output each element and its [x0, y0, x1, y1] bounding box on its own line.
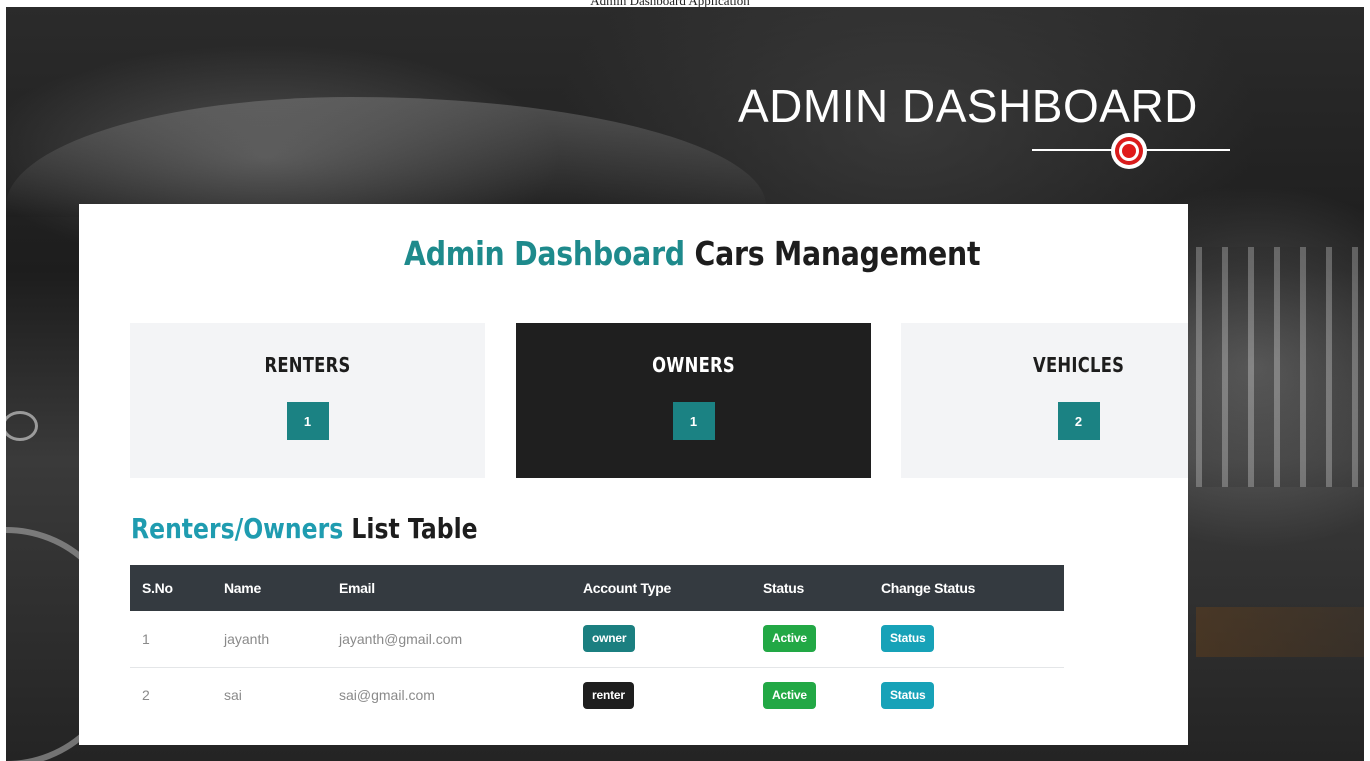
card-label: VEHICLES [1032, 353, 1125, 377]
background-road [1196, 607, 1364, 657]
status-badge: Active [763, 625, 816, 653]
card-renters[interactable]: RENTERS 1 [130, 323, 485, 478]
table-row: 1 jayanth jayanth@gmail.com owner Active… [130, 611, 1064, 667]
page-title-highlight: Admin Dashboard [403, 234, 685, 273]
table-title-rest: List Table [351, 512, 478, 545]
column-header-email: Email [339, 580, 375, 596]
cell-status: Active [751, 667, 869, 723]
card-vehicles[interactable]: VEHICLES 2 [901, 323, 1188, 478]
change-status-button[interactable]: Status [881, 681, 935, 709]
count-badge: 2 [1057, 402, 1100, 440]
users-table: S.No Name Email Account Type Status Chan… [130, 565, 1064, 723]
cell-sno: 1 [142, 630, 150, 647]
car-emblem-icon [6, 411, 38, 441]
cell-status: Active [751, 611, 869, 667]
target-icon [1111, 133, 1147, 169]
card-label: OWNERS [652, 353, 735, 377]
page-title-rest: Cars Management [694, 234, 981, 273]
cell-change-status: Status [869, 611, 1064, 667]
cell-change-status: Status [869, 667, 1064, 723]
table-title: Renters/Owners List Table [131, 511, 478, 547]
column-header-account-type: Account Type [583, 580, 671, 596]
count-badge: 1 [286, 402, 329, 440]
cell-sno: 2 [142, 687, 150, 704]
card-label: RENTERS [264, 353, 351, 377]
cell-email: jayanth@gmail.com [339, 630, 463, 647]
cell-name: jayanth [224, 630, 270, 647]
card-owners[interactable]: OWNERS 1 [516, 323, 871, 478]
car-silhouette [6, 97, 766, 217]
cell-account-type: owner [571, 611, 751, 667]
account-type-badge: renter [583, 681, 634, 709]
page-title: Admin Dashboard Cars Management [165, 234, 1188, 274]
dashboard-panel: Admin Dashboard Cars Management RENTERS … [79, 204, 1188, 745]
table-title-highlight: Renters/Owners [131, 512, 344, 545]
status-badge: Active [763, 681, 816, 709]
cell-name: sai [224, 687, 242, 704]
change-status-button[interactable]: Status [881, 625, 935, 653]
column-header-name: Name [224, 580, 261, 596]
cell-account-type: renter [571, 667, 751, 723]
table-header-row: S.No Name Email Account Type Status Chan… [130, 565, 1064, 611]
account-type-badge: owner [583, 625, 636, 653]
table-row: 2 sai sai@gmail.com renter Active Status [130, 667, 1064, 723]
cell-email: sai@gmail.com [339, 687, 435, 704]
column-header-status: Status [763, 580, 804, 596]
hero-title: ADMIN DASHBOARD [738, 80, 1198, 132]
background-railing [1196, 247, 1364, 487]
column-header-sno: S.No [142, 580, 173, 596]
count-badge: 1 [672, 402, 715, 440]
column-header-change-status: Change Status [881, 580, 976, 596]
